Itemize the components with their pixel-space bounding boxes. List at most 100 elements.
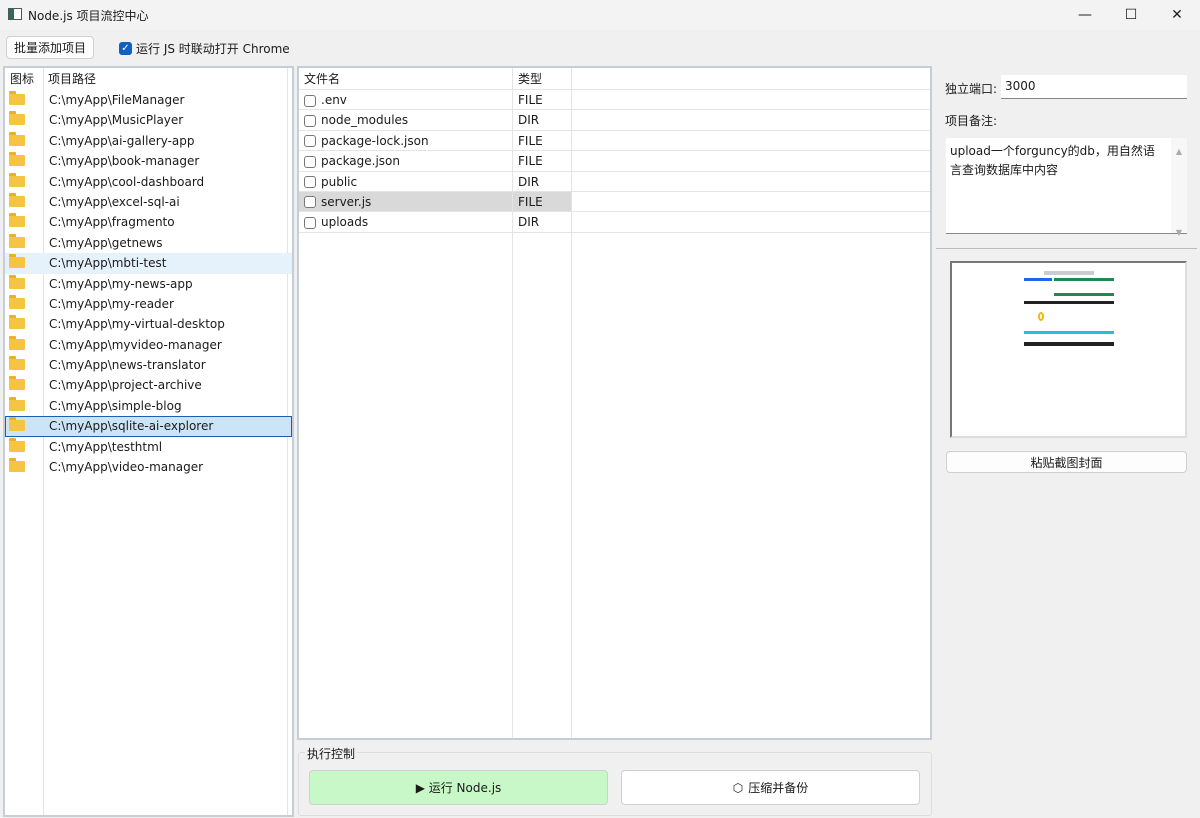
project-row[interactable]: C:\myApp\FileManager xyxy=(5,90,292,110)
file-checkbox[interactable] xyxy=(304,176,316,189)
project-row[interactable]: C:\myApp\cool-dashboard xyxy=(5,172,292,192)
cover-preview xyxy=(950,261,1187,438)
project-row[interactable]: C:\myApp\sqlite-ai-explorer xyxy=(5,416,292,437)
project-path: C:\myApp\fragmento xyxy=(49,215,175,230)
file-type: DIR xyxy=(518,113,540,128)
folder-icon xyxy=(9,417,25,432)
project-row[interactable]: C:\myApp\excel-sql-ai xyxy=(5,192,292,212)
scroll-up-icon: ▲ xyxy=(1175,147,1183,156)
file-row[interactable]: package-lock.json FILE xyxy=(299,131,930,152)
notes-label: 项目备注: xyxy=(945,114,998,128)
file-table-header: 文件名 类型 xyxy=(299,68,930,90)
file-name: public xyxy=(321,174,358,189)
divider xyxy=(936,248,1197,249)
project-row[interactable]: C:\myApp\mbti-test xyxy=(5,253,292,274)
project-row[interactable]: C:\myApp\MusicPlayer xyxy=(5,110,292,130)
folder-icon xyxy=(9,213,25,228)
project-path: C:\myApp\MusicPlayer xyxy=(49,113,184,128)
project-path: C:\myApp\project-archive xyxy=(49,378,202,393)
notes-scrollbar[interactable]: ▲ ▼ xyxy=(1171,138,1187,237)
folder-icon xyxy=(9,192,25,207)
checkmark-icon: ✓ xyxy=(119,42,132,55)
open-chrome-label: 运行 JS 时联动打开 Chrome xyxy=(136,42,290,56)
folder-icon xyxy=(9,131,25,146)
project-path: C:\myApp\my-reader xyxy=(49,296,174,311)
folder-icon xyxy=(9,91,25,105)
open-chrome-checkbox[interactable]: ✓ 运行 JS 时联动打开 Chrome xyxy=(119,40,290,57)
project-row[interactable]: C:\myApp\fragmento xyxy=(5,212,292,232)
project-row[interactable]: C:\myApp\my-reader xyxy=(5,294,292,314)
project-path: C:\myApp\my-virtual-desktop xyxy=(49,317,225,332)
folder-icon xyxy=(9,396,25,411)
control-group-title: 执行控制 xyxy=(305,745,358,762)
file-table[interactable]: 文件名 类型 .env FILE node_modules DIR package-lo… xyxy=(297,66,932,740)
notes-text: upload一个forguncy的db，用自然语言查询数据库中内容 xyxy=(950,144,1155,177)
project-row[interactable]: C:\myApp\my-virtual-desktop xyxy=(5,314,292,334)
project-list[interactable]: 图标 项目路径 C:\myApp\FileManager C:\myApp\Mus… xyxy=(3,66,294,817)
file-checkbox[interactable] xyxy=(304,135,316,148)
project-path: C:\myApp\FileManager xyxy=(49,93,185,107)
file-type: DIR xyxy=(518,215,540,230)
file-row[interactable]: public DIR xyxy=(299,172,930,192)
folder-icon xyxy=(9,254,25,269)
project-list-header: 图标 项目路径 xyxy=(5,68,292,90)
app-icon xyxy=(8,8,22,20)
paste-cover-button[interactable]: 粘贴截图封面 xyxy=(946,451,1187,473)
project-path: C:\myApp\getnews xyxy=(49,235,163,250)
file-row[interactable]: node_modules DIR xyxy=(299,110,930,131)
folder-icon xyxy=(9,233,25,248)
project-path: C:\myApp\testhtml xyxy=(49,439,163,454)
scroll-down-icon: ▼ xyxy=(1175,228,1183,237)
port-input[interactable]: 3000 xyxy=(1001,75,1187,99)
window-title: Node.js 项目流控中心 xyxy=(28,9,149,23)
close-button[interactable]: ✕ xyxy=(1154,0,1200,30)
backup-label: 压缩并备份 xyxy=(748,781,809,795)
file-checkbox[interactable] xyxy=(304,94,316,107)
run-node-button[interactable]: ▶ 运行 Node.js xyxy=(309,770,608,805)
package-icon: ⬡ xyxy=(732,780,744,795)
project-row[interactable]: C:\myApp\book-manager xyxy=(5,151,292,171)
file-type: FILE xyxy=(518,154,543,169)
project-path: C:\myApp\sqlite-ai-explorer xyxy=(49,419,214,434)
project-row[interactable]: C:\myApp\simple-blog xyxy=(5,396,292,416)
file-name: server.js xyxy=(321,194,372,209)
project-path: C:\myApp\mbti-test xyxy=(49,256,167,271)
folder-icon xyxy=(9,376,25,391)
project-row[interactable]: C:\myApp\testhtml xyxy=(5,437,292,457)
project-row[interactable]: C:\myApp\ai-gallery-app xyxy=(5,131,292,151)
file-row[interactable]: server.js FILE xyxy=(299,191,930,213)
project-row[interactable]: C:\myApp\video-manager xyxy=(5,457,292,477)
file-name: node_modules xyxy=(321,113,409,128)
project-path: C:\myApp\excel-sql-ai xyxy=(49,194,180,209)
project-row[interactable]: C:\myApp\getnews xyxy=(5,233,292,253)
project-row[interactable]: C:\myApp\myvideo-manager xyxy=(5,335,292,355)
project-path: C:\myApp\book-manager xyxy=(49,154,200,169)
header-path: 项目路径 xyxy=(48,72,97,86)
file-checkbox[interactable] xyxy=(304,155,316,168)
project-path: C:\myApp\my-news-app xyxy=(49,276,193,291)
file-type: FILE xyxy=(518,133,543,148)
file-row[interactable]: .env FILE xyxy=(299,90,930,111)
header-filename: 文件名 xyxy=(304,72,341,86)
backup-button[interactable]: ⬡ 压缩并备份 xyxy=(621,770,920,805)
file-row[interactable]: package.json FILE xyxy=(299,151,930,172)
project-path: C:\myApp\ai-gallery-app xyxy=(49,133,195,148)
notes-textarea[interactable]: upload一个forguncy的db，用自然语言查询数据库中内容 ▲ ▼ xyxy=(946,138,1187,237)
project-row[interactable]: C:\myApp\project-archive xyxy=(5,375,292,395)
port-label: 独立端口: xyxy=(945,82,998,96)
file-checkbox[interactable] xyxy=(304,114,316,127)
project-path: C:\myApp\cool-dashboard xyxy=(49,174,205,189)
folder-icon xyxy=(9,315,25,330)
project-row[interactable]: C:\myApp\my-news-app xyxy=(5,274,292,294)
folder-icon xyxy=(9,294,25,309)
file-name: package.json xyxy=(321,154,401,169)
file-row[interactable]: uploads DIR xyxy=(299,212,930,233)
project-path: C:\myApp\simple-blog xyxy=(49,398,182,413)
file-checkbox[interactable] xyxy=(304,216,316,229)
minimize-button[interactable]: — xyxy=(1062,0,1108,30)
folder-icon xyxy=(9,458,25,473)
file-checkbox[interactable] xyxy=(304,196,316,209)
batch-add-button[interactable]: 批量添加项目 xyxy=(6,36,94,59)
project-row[interactable]: C:\myApp\news-translator xyxy=(5,355,292,375)
maximize-button[interactable]: ☐ xyxy=(1108,0,1154,30)
